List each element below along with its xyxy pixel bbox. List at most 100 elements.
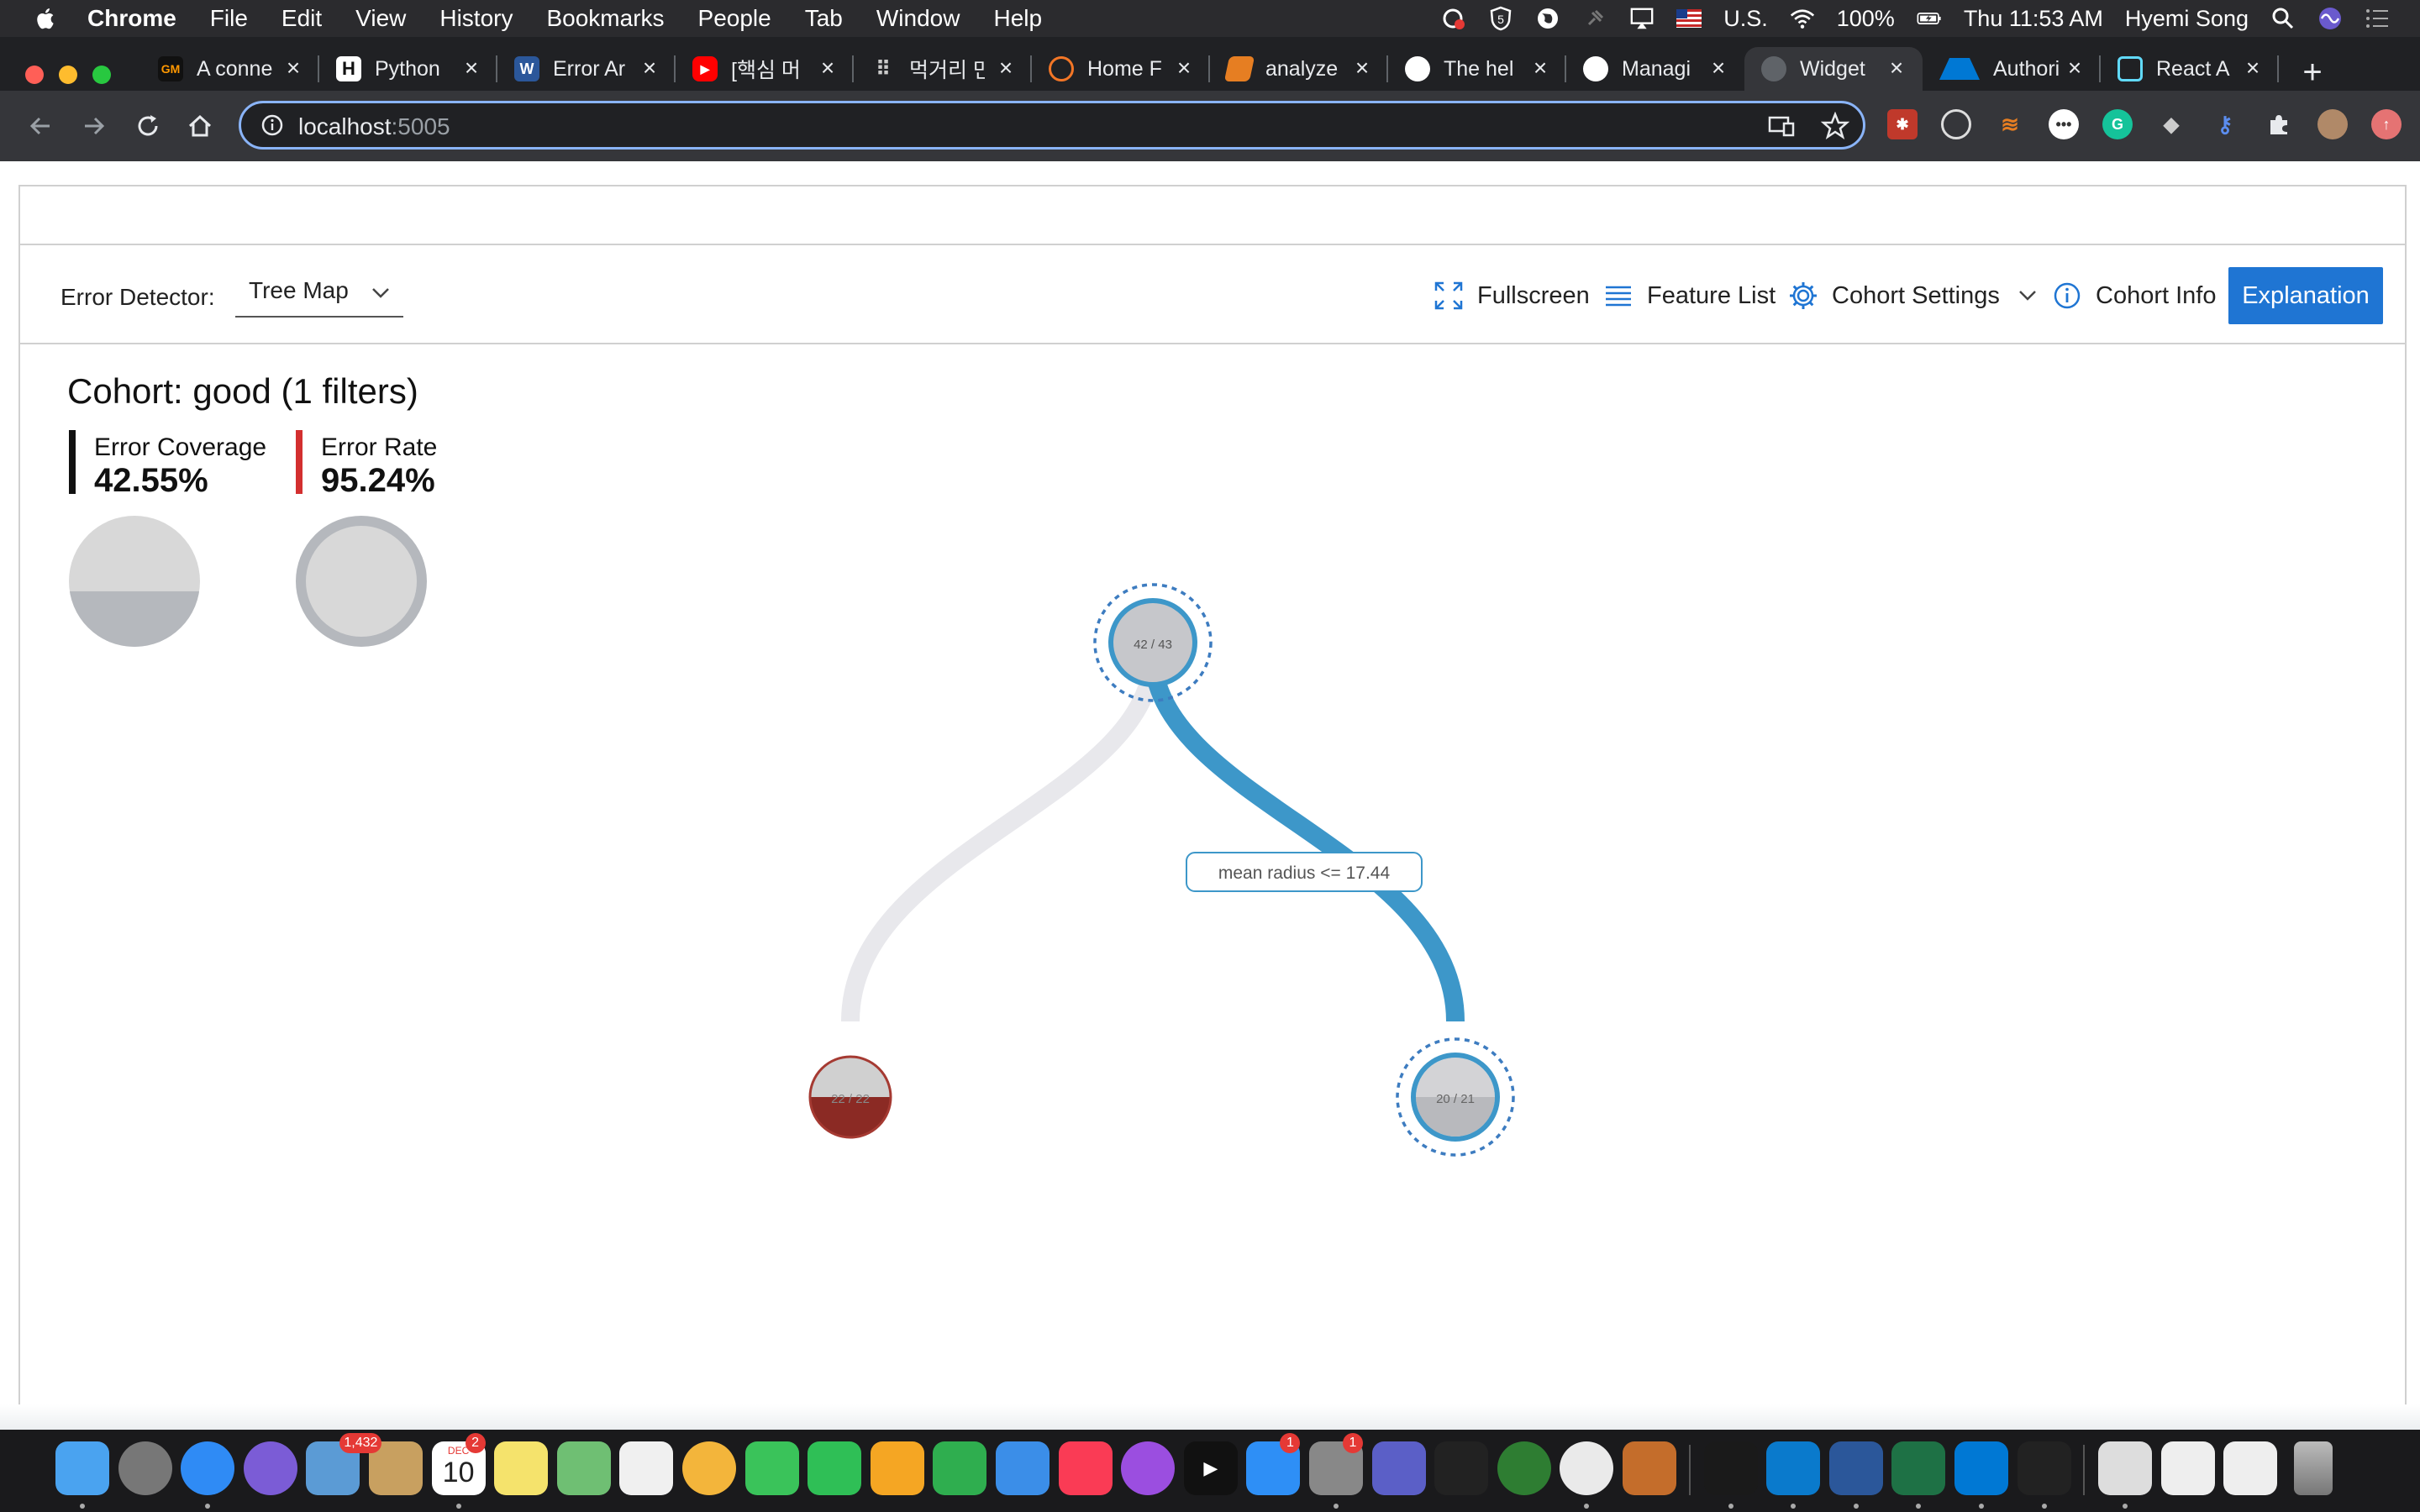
pages-icon[interactable] [870, 1441, 924, 1495]
outlook-icon[interactable] [1954, 1441, 2008, 1495]
acrobat-icon[interactable] [1703, 1441, 1758, 1495]
figma-icon[interactable] [1434, 1441, 1489, 1495]
close-tab-icon[interactable]: × [1707, 56, 1729, 80]
close-tab-icon[interactable]: × [995, 56, 1017, 80]
window-close-button[interactable] [25, 66, 44, 84]
reload-button[interactable] [131, 109, 165, 143]
siri-icon[interactable] [2317, 6, 2343, 31]
notes-icon[interactable] [494, 1441, 549, 1495]
dropbox-icon[interactable]: ◆ [2156, 109, 2186, 139]
extension-puzzle-red-icon[interactable]: ✱ [1887, 109, 1918, 139]
notification-center-icon[interactable] [2365, 6, 2390, 31]
menu-app-name[interactable]: Chrome [87, 5, 176, 32]
bookmark-star-icon[interactable] [1821, 112, 1849, 140]
photos-icon[interactable] [682, 1441, 736, 1495]
menu-help[interactable]: Help [993, 5, 1042, 32]
menu-bookmarks[interactable]: Bookmarks [546, 5, 664, 32]
numbers-icon[interactable] [933, 1441, 987, 1495]
cocktail-icon[interactable] [1623, 1441, 1676, 1495]
tab-10[interactable]: Widget × [1744, 47, 1923, 91]
tree-node-left[interactable]: 22 / 22 [807, 1055, 894, 1139]
tab-6[interactable]: Home F × [1032, 47, 1210, 91]
tab-4[interactable]: ▶ [핵심 머 × [676, 47, 854, 91]
shield-5-icon[interactable]: 5 [1488, 6, 1513, 31]
grammarly-icon[interactable]: G [2102, 109, 2133, 139]
close-tab-icon[interactable]: × [1351, 56, 1373, 80]
url-text[interactable]: localhost:5005 [298, 113, 450, 140]
safari-icon[interactable] [181, 1441, 235, 1495]
site-info-icon[interactable] [261, 114, 283, 136]
tree-node-root[interactable]: 42 / 43 [1093, 583, 1213, 702]
input-source-label[interactable]: U.S. [1723, 6, 1768, 32]
close-tab-icon[interactable]: × [282, 56, 304, 80]
creative-cloud-icon[interactable] [1441, 6, 1466, 31]
tab-1[interactable]: GM A conne × [141, 47, 319, 91]
spotlight-search-icon[interactable] [2270, 6, 2296, 31]
vscode-icon[interactable] [1766, 1441, 1821, 1495]
window-minimize-button[interactable] [59, 66, 77, 84]
tab-12[interactable]: React A × [2101, 47, 2279, 91]
siri-icon[interactable] [243, 1441, 297, 1495]
menu-clock[interactable]: Thu 11:53 AM [1964, 6, 2103, 32]
excel-icon[interactable] [1891, 1441, 1946, 1495]
script-icon[interactable] [2098, 1441, 2153, 1495]
teams-icon[interactable] [1371, 1441, 1426, 1495]
tree-node-right[interactable]: 20 / 21 [1396, 1037, 1515, 1157]
tab-7[interactable]: analyze × [1210, 47, 1388, 91]
circle-app-icon[interactable] [1497, 1441, 1551, 1495]
keynote-icon[interactable] [996, 1441, 1050, 1495]
menu-user-name[interactable]: Hyemi Song [2125, 6, 2249, 32]
forward-button[interactable] [77, 109, 111, 143]
messages-icon[interactable] [744, 1441, 799, 1495]
launchpad-icon[interactable] [118, 1441, 172, 1495]
menu-tab[interactable]: Tab [805, 5, 843, 32]
document-thumb-icon[interactable] [2160, 1441, 2215, 1495]
facetime-icon[interactable] [808, 1441, 862, 1495]
close-tab-icon[interactable]: × [1529, 56, 1551, 80]
airplay-icon[interactable] [1629, 6, 1655, 31]
close-tab-icon[interactable]: × [639, 56, 660, 80]
home-button[interactable] [183, 109, 217, 143]
terminal-icon[interactable] [2017, 1441, 2071, 1495]
close-tab-icon[interactable]: × [460, 56, 482, 80]
finder-icon[interactable] [55, 1441, 109, 1495]
close-tab-icon[interactable]: × [1886, 56, 1907, 80]
globe-vpn-icon[interactable] [1535, 6, 1560, 31]
pin-icon[interactable] [1582, 6, 1607, 31]
reminders-icon[interactable] [619, 1441, 674, 1495]
new-tab-button[interactable]: + [2296, 55, 2329, 89]
extension-svg-icon[interactable]: ≋ [1995, 109, 2025, 139]
address-bar[interactable]: localhost:5005 [239, 101, 1865, 150]
tab-3[interactable]: W Error Ar × [497, 47, 676, 91]
maps-icon[interactable] [556, 1441, 611, 1495]
install-app-icon[interactable] [1767, 113, 1796, 139]
wifi-icon[interactable] [1790, 6, 1815, 31]
trash-icon[interactable] [2294, 1441, 2333, 1495]
key-icon[interactable]: ⚷ [2210, 109, 2240, 139]
extension-target-icon[interactable] [1941, 109, 1971, 139]
extensions-puzzle-icon[interactable] [2264, 109, 2294, 139]
tab-9[interactable]: Managi × [1566, 47, 1744, 91]
document-thumb-icon[interactable] [2223, 1441, 2278, 1495]
profile-avatar[interactable] [2317, 109, 2348, 139]
tab-8[interactable]: The hel × [1388, 47, 1566, 91]
extension-dots-icon[interactable]: ••• [2049, 109, 2079, 139]
appletv-icon[interactable]: ▶ [1183, 1441, 1238, 1495]
battery-icon[interactable] [1917, 6, 1942, 31]
menu-edit[interactable]: Edit [281, 5, 322, 32]
menu-history[interactable]: History [439, 5, 513, 32]
back-button[interactable] [24, 109, 57, 143]
close-tab-icon[interactable]: × [2064, 56, 2086, 80]
tab-11[interactable]: Authori × [1923, 47, 2101, 91]
tab-5[interactable]: ⠿ 먹거리 만 × [854, 47, 1032, 91]
close-tab-icon[interactable]: × [817, 56, 839, 80]
menu-view[interactable]: View [355, 5, 406, 32]
menu-file[interactable]: File [210, 5, 248, 32]
chrome-icon[interactable] [1560, 1441, 1614, 1495]
menu-people[interactable]: People [698, 5, 771, 32]
word-app-icon[interactable] [1828, 1441, 1883, 1495]
close-tab-icon[interactable]: × [2242, 56, 2264, 80]
podcasts-icon[interactable] [1121, 1441, 1176, 1495]
tab-2[interactable]: H Python × [319, 47, 497, 91]
update-icon[interactable]: ↑ [2371, 109, 2402, 139]
